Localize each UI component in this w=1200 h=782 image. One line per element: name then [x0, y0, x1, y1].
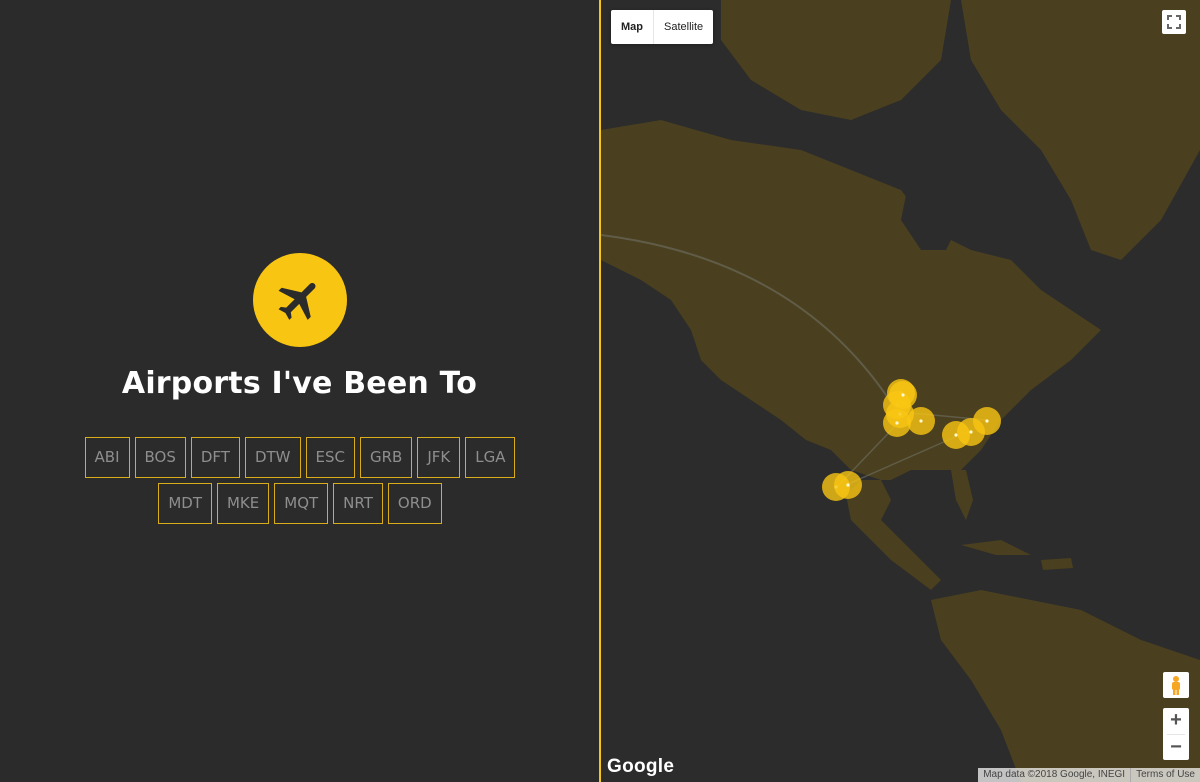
airport-button-grb[interactable]: GRB — [359, 437, 413, 478]
page-title: Airports I've Been To — [121, 366, 478, 401]
zoom-control: + − — [1163, 708, 1189, 760]
airport-marker-dot — [985, 419, 989, 423]
map-type-satellite-button[interactable]: Satellite — [654, 10, 713, 44]
airport-button-nrt[interactable]: NRT — [333, 483, 383, 524]
airport-button-jfk[interactable]: JFK — [417, 437, 461, 478]
world-map[interactable] — [601, 0, 1200, 782]
land-florida — [951, 470, 973, 520]
pegman-icon — [1172, 676, 1180, 695]
airport-button-abi[interactable]: ABI — [84, 437, 130, 478]
airport-code-list: ABI BOS DFT DTW ESC GRB JFK LGA MDT MKE MQT NRT ORD — [80, 437, 520, 524]
airport-marker-dot — [919, 419, 923, 423]
land-hispaniola — [1041, 558, 1073, 570]
airport-button-ord[interactable]: ORD — [387, 483, 442, 524]
airport-button-esc[interactable]: ESC — [305, 437, 355, 478]
map-type-control: Map Satellite — [611, 10, 714, 44]
map-type-map-button[interactable]: Map — [611, 10, 654, 44]
airport-button-mqt[interactable]: MQT — [274, 483, 329, 524]
airport-marker-dot — [969, 430, 973, 434]
land-greenland — [961, 0, 1200, 260]
land-arctic-islands — [721, 0, 951, 120]
land-south-america — [931, 590, 1200, 782]
airport-button-mdt[interactable]: MDT — [158, 483, 212, 524]
airport-marker-dot — [954, 433, 958, 437]
land-north-america — [601, 120, 1101, 590]
zoom-out-button[interactable]: − — [1163, 735, 1189, 761]
fullscreen-button[interactable] — [1162, 10, 1186, 34]
airport-button-bos[interactable]: BOS — [134, 437, 186, 478]
map-attribution: Map data ©2018 Google, INEGI Terms of Us… — [978, 768, 1200, 782]
terms-of-use-link[interactable]: Terms of Use — [1130, 768, 1200, 782]
airplane-icon — [278, 282, 316, 320]
fullscreen-icon — [1167, 15, 1181, 29]
airport-marker-dot — [895, 421, 899, 425]
airport-button-mke[interactable]: MKE — [216, 483, 270, 524]
zoom-in-button[interactable]: + — [1163, 708, 1189, 734]
airport-button-dtw[interactable]: DTW — [244, 437, 301, 478]
google-logo: Google — [607, 756, 675, 777]
land-cuba — [961, 540, 1031, 555]
airport-marker-dot — [846, 483, 850, 487]
map-panel[interactable]: Map Satellite + − Google Map data ©2018 … — [601, 0, 1200, 782]
airport-marker-dot — [901, 393, 905, 397]
airport-button-dft[interactable]: DFT — [190, 437, 240, 478]
airplane-logo — [253, 253, 347, 347]
street-view-pegman-button[interactable] — [1163, 672, 1189, 698]
left-panel: Airports I've Been To ABI BOS DFT DTW ESC GRB… — [0, 0, 599, 782]
map-data-text: Map data ©2018 Google, INEGI — [983, 769, 1126, 780]
airport-button-lga[interactable]: LGA — [465, 437, 516, 478]
